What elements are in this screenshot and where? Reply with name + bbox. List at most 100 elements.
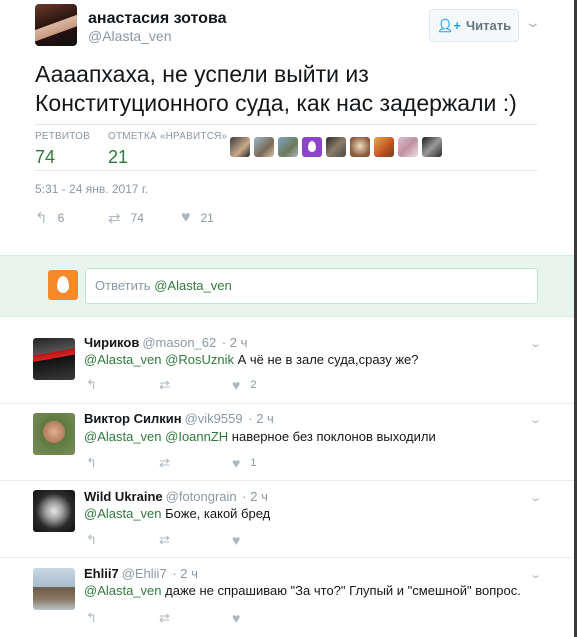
reply-time[interactable]: · 2 ч — [242, 489, 268, 504]
like-button[interactable]: ♥ 1 — [232, 455, 256, 471]
reply-icon: ↰ — [35, 210, 48, 227]
reply-header: Ehlii7 @Ehlii7 · 2 ч — [84, 566, 198, 581]
retweets-count: 74 — [35, 147, 56, 167]
like-button[interactable]: ♥ 2 — [232, 377, 256, 393]
like-button[interactable]: ♥ — [232, 610, 240, 626]
reply-avatar[interactable] — [33, 490, 75, 532]
reply-author-name[interactable]: Чириков — [84, 335, 139, 350]
liker-avatar[interactable] — [374, 137, 394, 157]
reply-placeholder-mention: @Alasta_ven — [154, 278, 232, 293]
divider — [35, 124, 538, 125]
reply-tweet[interactable]: Wild Ukraine @fotongrain · 2 ч ⌄ @Alasta_… — [0, 481, 577, 558]
reply-icon: ↰ — [86, 377, 97, 392]
likes-stat[interactable]: ОТМЕТКА «НРАВИТСЯ» 21 — [108, 131, 227, 168]
like-count: 1 — [250, 457, 257, 469]
like-count: 21 — [200, 211, 214, 225]
retweet-icon: ⇄ — [159, 610, 170, 625]
liker-avatar[interactable] — [326, 137, 346, 157]
reply-text: @Alasta_ven Боже, какой бред — [84, 506, 270, 521]
reply-time[interactable]: · 2 ч — [248, 411, 274, 426]
egg-icon — [57, 276, 69, 293]
reply-avatar[interactable] — [33, 413, 75, 455]
reply-time[interactable]: · 2 ч — [172, 566, 198, 581]
author-avatar[interactable] — [35, 4, 77, 46]
reply-avatar[interactable] — [33, 568, 75, 610]
reply-input[interactable]: Ответить @Alasta_ven — [85, 268, 538, 304]
liker-avatar[interactable] — [230, 137, 250, 157]
chevron-down-icon[interactable]: ⌄ — [529, 568, 542, 581]
reply-button[interactable]: ↰ — [86, 610, 97, 626]
like-button[interactable]: ♥ 21 — [181, 209, 214, 227]
retweet-icon: ⇄ — [159, 532, 170, 547]
retweet-button[interactable]: ⇄ — [159, 377, 170, 393]
retweets-label: РЕТВИТОВ — [35, 131, 91, 142]
author-handle[interactable]: @Alasta_ven — [88, 28, 171, 44]
reply-author-name[interactable]: Wild Ukraine — [84, 489, 163, 504]
like-count: 2 — [250, 379, 257, 391]
reply-author-handle[interactable]: @mason_62 — [142, 335, 216, 350]
reply-author-name[interactable]: Ehlii7 — [84, 566, 119, 581]
reply-mentions[interactable]: @Alasta_ven @IoannZH — [84, 429, 228, 444]
reply-header: Чириков @mason_62 · 2 ч — [84, 335, 247, 350]
chevron-down-icon[interactable]: ⌄ — [529, 337, 542, 350]
retweet-icon: ⇄ — [108, 210, 121, 227]
retweet-count: 74 — [130, 211, 144, 225]
reply-icon: ↰ — [86, 455, 97, 470]
reply-author-handle[interactable]: @fotongrain — [166, 489, 237, 504]
reply-author-handle[interactable]: @Ehlii7 — [122, 566, 167, 581]
liker-avatar[interactable] — [398, 137, 418, 157]
reply-button[interactable]: ↰ — [86, 377, 97, 393]
liker-avatar[interactable] — [278, 137, 298, 157]
main-tweet: анастасия зотова @Alasta_ven 👤︎+ Читать … — [0, 0, 577, 255]
reply-header: Wild Ukraine @fotongrain · 2 ч — [84, 489, 268, 504]
reply-text: @Alasta_ven @RosUznik А чё не в зале суд… — [84, 352, 419, 367]
reply-author-handle[interactable]: @vik9559 — [185, 411, 243, 426]
follow-button[interactable]: 👤︎+ Читать — [429, 9, 519, 42]
likes-count: 21 — [108, 147, 129, 167]
liker-avatar[interactable] — [422, 137, 442, 157]
reply-content: наверное без поклонов выходили — [228, 429, 436, 444]
reply-composer: Ответить @Alasta_ven — [0, 255, 577, 317]
reply-button[interactable]: ↰ 6 — [35, 209, 64, 227]
chevron-down-icon[interactable]: ⌄ — [525, 14, 541, 31]
retweet-button[interactable]: ⇄ — [159, 455, 170, 471]
reply-tweet[interactable]: Виктор Силкин @vik9559 · 2 ч ⌄ @Alasta_ve… — [0, 404, 577, 481]
follow-label: Читать — [466, 18, 512, 33]
retweet-button[interactable]: ⇄ — [159, 532, 170, 548]
reply-placeholder-prefix: Ответить — [95, 278, 151, 293]
reply-text: @Alasta_ven даже не спрашиваю "За что?" … — [84, 583, 521, 598]
retweets-stat[interactable]: РЕТВИТОВ 74 — [35, 131, 90, 168]
reply-mentions[interactable]: @Alasta_ven — [84, 506, 162, 521]
heart-icon: ♥ — [232, 610, 241, 626]
reply-button[interactable]: ↰ — [86, 455, 97, 471]
reply-header: Виктор Силкин @vik9559 · 2 ч — [84, 411, 274, 426]
liker-avatar[interactable] — [350, 137, 370, 157]
reply-time[interactable]: · 2 ч — [222, 335, 248, 350]
reply-tweet[interactable]: Чириков @mason_62 · 2 ч ⌄ @Alasta_ven @Ro… — [0, 325, 577, 404]
reply-tweet[interactable]: Ehlii7 @Ehlii7 · 2 ч ⌄ @Alasta_ven даже н… — [0, 558, 577, 637]
reply-icon: ↰ — [86, 532, 97, 547]
reply-content: Боже, какой бред — [161, 506, 271, 521]
divider — [35, 170, 538, 171]
retweet-button[interactable]: ⇄ — [159, 610, 170, 626]
liker-avatar[interactable] — [302, 137, 322, 157]
reply-mentions[interactable]: @Alasta_ven @RosUznik — [84, 352, 234, 367]
tweet-timestamp[interactable]: 5:31 - 24 янв. 2017 г. — [35, 182, 148, 196]
my-avatar — [48, 270, 78, 300]
reply-button[interactable]: ↰ — [86, 532, 97, 548]
author-name[interactable]: анастасия зотова — [88, 10, 226, 28]
heart-icon: ♥ — [232, 455, 241, 471]
reply-mentions[interactable]: @Alasta_ven — [84, 583, 162, 598]
chevron-down-icon[interactable]: ⌄ — [529, 491, 542, 504]
heart-icon: ♥ — [181, 209, 191, 226]
reply-content: даже не спрашиваю "За что?" Глупый и "см… — [161, 583, 521, 598]
retweet-button[interactable]: ⇄ 74 — [108, 209, 144, 227]
retweet-icon: ⇄ — [159, 377, 170, 392]
reply-avatar[interactable] — [33, 338, 75, 380]
like-button[interactable]: ♥ — [232, 532, 240, 548]
liker-avatars — [230, 137, 442, 157]
liker-avatar[interactable] — [254, 137, 274, 157]
reply-author-name[interactable]: Виктор Силкин — [84, 411, 182, 426]
chevron-down-icon[interactable]: ⌄ — [529, 413, 542, 426]
heart-icon: ♥ — [232, 377, 241, 393]
